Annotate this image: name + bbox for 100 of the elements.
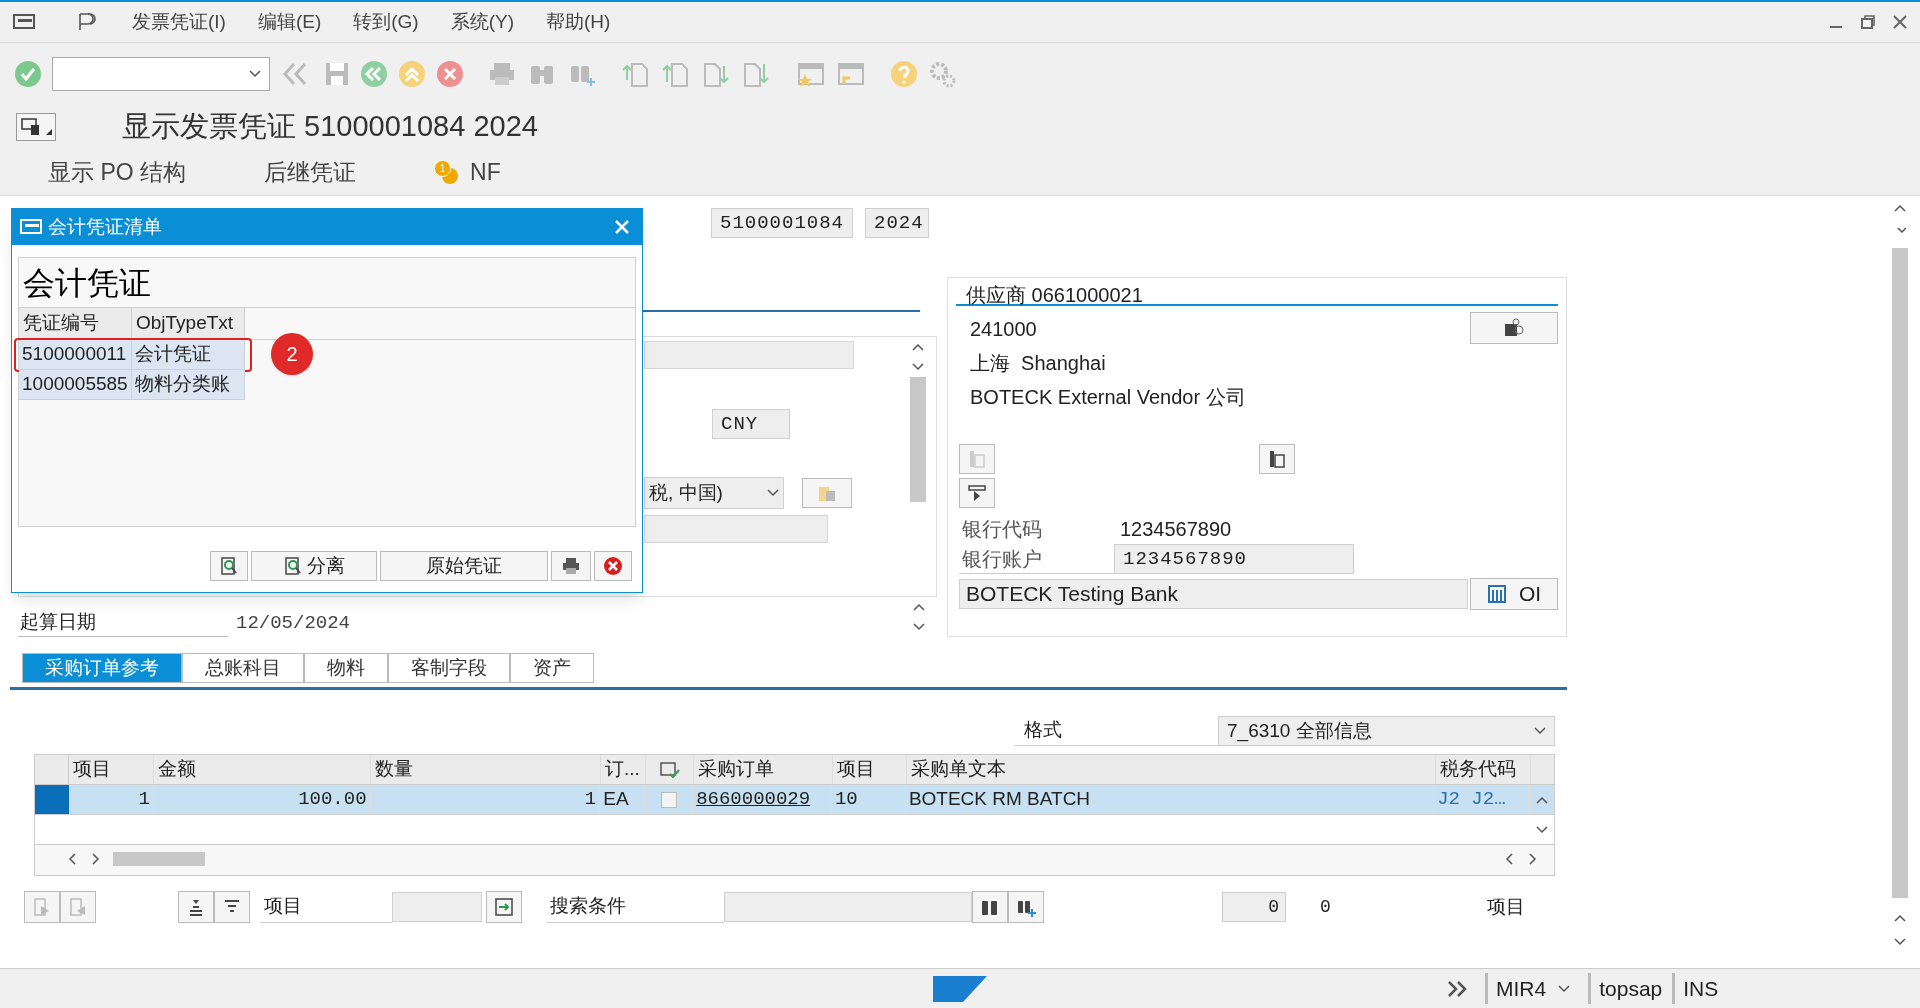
column-header[interactable]: ObjTypeTxt bbox=[132, 308, 245, 339]
table-cell: 1000005585 bbox=[19, 370, 132, 400]
address-line: 241000 bbox=[970, 317, 1038, 338]
table-cell: EA bbox=[600, 785, 646, 814]
input-mode: INS bbox=[1672, 972, 1719, 1005]
layout-menu-icon[interactable] bbox=[16, 113, 56, 141]
toolbar-button[interactable]: 后继凭证 bbox=[264, 155, 356, 190]
phone-button[interactable] bbox=[1259, 444, 1295, 474]
select-all-icon bbox=[658, 759, 681, 780]
column-header[interactable]: 金额 bbox=[154, 755, 371, 784]
column-header[interactable]: 项目 bbox=[833, 755, 907, 784]
print-icon bbox=[561, 556, 581, 576]
close-icon[interactable] bbox=[1892, 14, 1908, 30]
back-icon[interactable] bbox=[360, 59, 388, 88]
column-header[interactable]: 订... bbox=[601, 755, 646, 784]
checkbox[interactable] bbox=[660, 791, 677, 808]
column-header[interactable]: 数量 bbox=[371, 755, 601, 784]
chevron-down-icon bbox=[1558, 984, 1571, 993]
save-icon[interactable] bbox=[324, 60, 350, 87]
tab[interactable]: 总账科目 bbox=[182, 653, 304, 683]
restore-icon[interactable] bbox=[1860, 14, 1876, 30]
table-cell: BOTECK RM BATCH bbox=[905, 785, 1435, 814]
table-cell: 100.00 bbox=[153, 785, 371, 814]
tab[interactable]: 采购订单参考 bbox=[22, 653, 182, 683]
find-button[interactable] bbox=[210, 551, 248, 581]
find-icon bbox=[219, 556, 239, 576]
document-number-field: 5100001084 bbox=[711, 208, 853, 238]
table-cell: 1 bbox=[68, 785, 154, 814]
user-name: topsap bbox=[1588, 972, 1663, 1005]
format-dropdown[interactable]: 7_6310 全部信息 bbox=[1218, 716, 1555, 746]
list-row[interactable]: 1000005585 物料分类账 bbox=[19, 370, 245, 400]
sort-ascending-button[interactable] bbox=[178, 891, 214, 923]
double-chevron-right-icon[interactable] bbox=[1447, 979, 1469, 998]
table-cell: J2 J2… bbox=[1434, 785, 1530, 814]
field-label: 项目 bbox=[1486, 894, 1525, 919]
binoculars-plus-button[interactable] bbox=[1008, 891, 1044, 923]
link[interactable]: 8660000029 bbox=[696, 785, 811, 814]
cancel-icon bbox=[603, 556, 623, 576]
scrollbar-thumb[interactable] bbox=[113, 852, 205, 866]
transaction-selector[interactable]: MIR4 bbox=[1485, 972, 1571, 1005]
enter-icon[interactable] bbox=[14, 59, 42, 88]
chevron-down-icon bbox=[767, 489, 779, 498]
input-field[interactable] bbox=[644, 341, 854, 370]
input-field[interactable] bbox=[644, 515, 828, 544]
table-cell: 物料分类账 bbox=[132, 370, 245, 400]
toolbar-button[interactable]: 显示 PO 结构 bbox=[48, 155, 186, 190]
command-field[interactable] bbox=[52, 56, 270, 91]
clipboard-button[interactable] bbox=[802, 478, 852, 509]
menu-item[interactable]: 系统(Y) bbox=[450, 7, 515, 37]
count-field: 0 bbox=[1222, 892, 1286, 922]
column-header[interactable]: 项目 bbox=[69, 755, 154, 784]
currency-field: CNY bbox=[712, 409, 790, 440]
cancel-icon[interactable] bbox=[436, 59, 464, 88]
dropdown-value: 7_6310 全部信息 bbox=[1227, 718, 1372, 744]
window-icon bbox=[20, 218, 42, 236]
callout-badge: 2 bbox=[271, 333, 313, 375]
column-header[interactable]: 采购单文本 bbox=[907, 755, 1436, 784]
scrollbar-thumb[interactable] bbox=[1892, 248, 1908, 898]
menu-item[interactable]: 转到(G) bbox=[353, 7, 419, 37]
goto-button[interactable] bbox=[486, 891, 522, 923]
column-header[interactable]: 税务代码 bbox=[1436, 755, 1531, 784]
fax-button[interactable] bbox=[959, 478, 995, 508]
tax-dropdown[interactable]: 税, 中国) bbox=[644, 477, 784, 510]
search-field[interactable] bbox=[724, 892, 972, 922]
detach-button[interactable]: 分离 bbox=[251, 551, 377, 581]
bank-name-field: BOTECK Testing Bank bbox=[959, 579, 1469, 609]
columns-icon bbox=[1487, 584, 1507, 604]
field-value: 1234567890 bbox=[1120, 517, 1232, 542]
menu-item[interactable]: 帮助(H) bbox=[546, 7, 611, 37]
field-value: 12/05/2024 bbox=[236, 610, 351, 636]
nf-button[interactable]: 1 NF bbox=[434, 155, 501, 190]
binoculars-button[interactable] bbox=[972, 891, 1008, 923]
menu-item[interactable]: 编辑(E) bbox=[257, 7, 322, 37]
document-number-field: 2024 bbox=[865, 208, 929, 238]
cancel-button[interactable] bbox=[594, 551, 632, 581]
scrollbar-thumb[interactable] bbox=[910, 377, 926, 503]
table-cell: 5100000011 bbox=[19, 340, 132, 370]
column-header[interactable]: 凭证编号 bbox=[19, 308, 132, 339]
tab[interactable]: 资产 bbox=[510, 653, 594, 683]
puzzle-button[interactable] bbox=[1470, 312, 1558, 344]
dropdown-value: 税, 中国) bbox=[649, 481, 723, 505]
panel-heading: 供应商 0661000021 bbox=[956, 278, 1558, 306]
oi-button[interactable]: OI bbox=[1470, 578, 1558, 610]
original-document-button[interactable]: 原始凭证 bbox=[380, 551, 548, 581]
item-field[interactable] bbox=[392, 892, 482, 922]
tab[interactable]: 物料 bbox=[304, 653, 388, 683]
screen-title: 显示发票凭证 5100001084 2024 bbox=[122, 109, 538, 145]
column-header[interactable]: 采购订单 bbox=[694, 755, 833, 784]
menu-item[interactable]: 发票凭证(I) bbox=[132, 7, 226, 37]
chevron-down-icon bbox=[1534, 727, 1546, 735]
fax-icon bbox=[967, 483, 987, 503]
address-line: 上海 Shanghai bbox=[970, 351, 1107, 372]
table-cell: 1 bbox=[370, 785, 601, 814]
menu-icon[interactable] bbox=[12, 12, 36, 32]
table-row[interactable]: 1 100.00 1 EA 8660000029 10 BOTECK RM BATCH J2 J2… bbox=[35, 785, 1554, 815]
tab[interactable]: 客制字段 bbox=[388, 653, 510, 683]
filter-button[interactable] bbox=[214, 891, 250, 923]
count-text: 0 bbox=[1320, 895, 1331, 919]
print-button[interactable] bbox=[551, 551, 591, 581]
bank-account-field: 1234567890 bbox=[1114, 544, 1354, 574]
